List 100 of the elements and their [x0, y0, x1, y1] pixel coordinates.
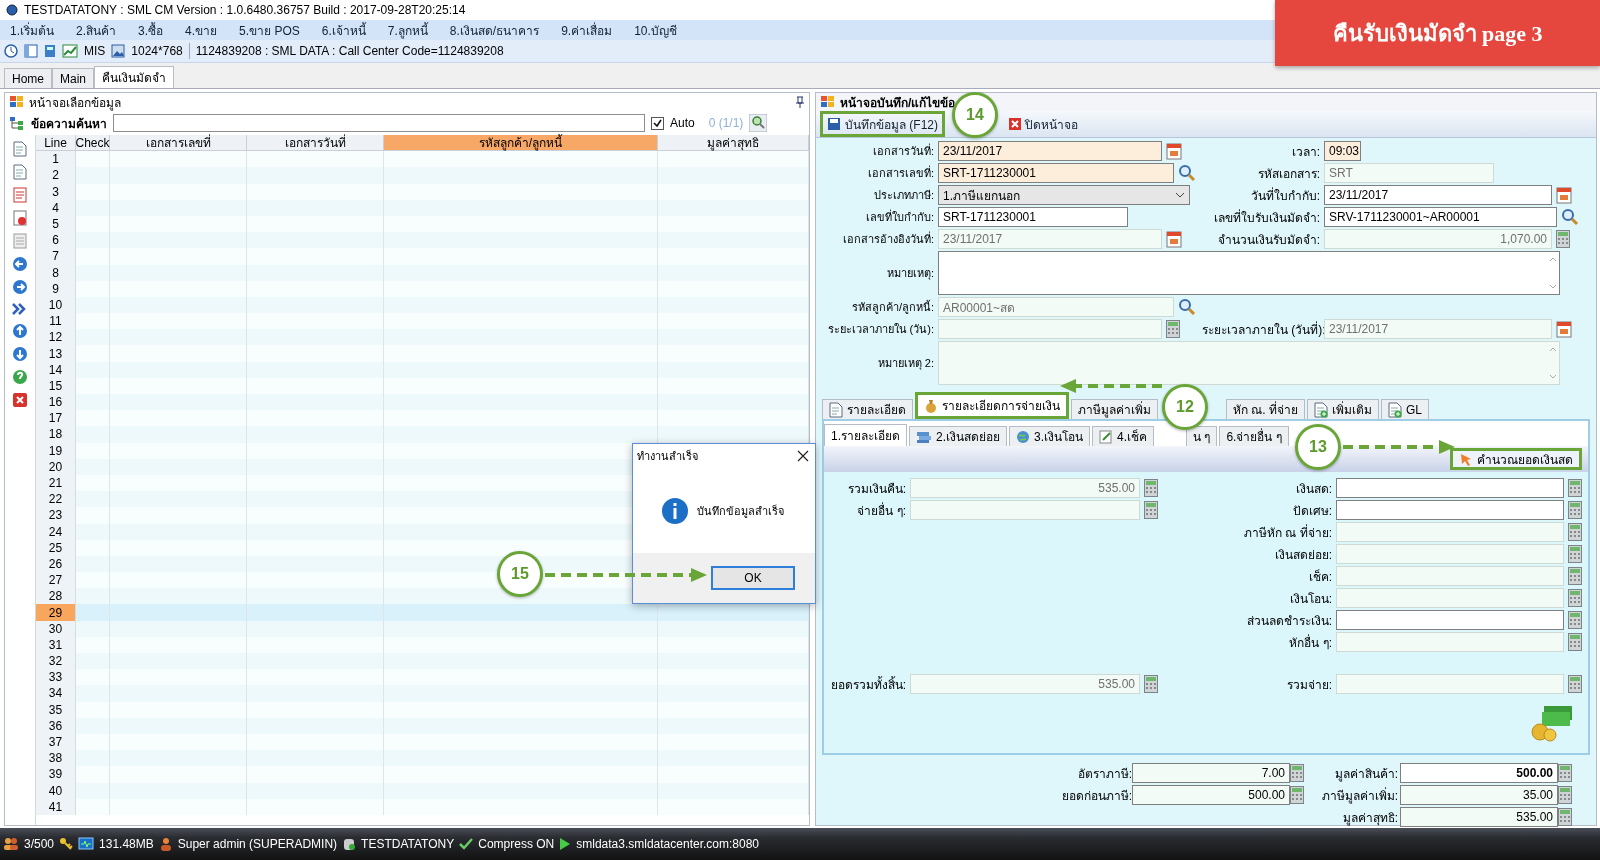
calculate-cash-button[interactable]: คำนวณยอดเงินสด — [1450, 448, 1582, 470]
date-field[interactable]: 23/11/2017 — [938, 141, 1162, 161]
tab[interactable]: น ๆ — [1186, 426, 1218, 446]
date-field[interactable]: 23/11/2017 — [938, 229, 1162, 249]
field-label: หมายเหตุ 2: — [876, 356, 934, 372]
field-label: จ่ายอื่น ๆ: — [856, 501, 906, 520]
dialog-title: ทำงานสำเร็จ — [637, 448, 698, 464]
status-text: 131.48MB — [99, 837, 154, 851]
tab[interactable]: GL — [1381, 399, 1430, 419]
tab[interactable]: Home — [4, 68, 52, 88]
column-header[interactable]: Check — [76, 135, 110, 152]
menu-item[interactable]: 2.สินค้า — [76, 20, 117, 40]
column-header[interactable]: Line — [36, 135, 76, 152]
line-number: 28 — [36, 588, 76, 605]
line-number: 2 — [36, 167, 76, 184]
tab[interactable]: 1.รายละเอียด — [824, 424, 907, 446]
tab[interactable]: รายละเอียด — [822, 399, 913, 419]
field-label: เลขที่ใบรับเงินมัดจำ: — [1212, 208, 1320, 227]
number-field[interactable]: 535.00 — [1400, 807, 1558, 827]
column-header[interactable]: เอกสารเลขที่ — [110, 135, 247, 152]
tab[interactable]: 3.เงินโอน — [1009, 426, 1091, 446]
line-number: 32 — [36, 653, 76, 670]
tab[interactable]: หัก ณ. ที่จ่าย — [1226, 399, 1305, 419]
field-label: เช็ค: — [1307, 568, 1332, 586]
dialog-message: บันทึกข้อมูลสำเร็จ — [697, 503, 784, 520]
line-number: 12 — [36, 329, 76, 346]
ok-button[interactable]: OK — [711, 566, 795, 590]
field-label: ยอดรวมทั้งสิ้น: — [830, 675, 906, 694]
lookup-field[interactable]: SRT-1711230001 — [938, 163, 1174, 183]
line-number: 7 — [36, 248, 76, 265]
column-header[interactable]: มูลค่าสุทธิ — [658, 135, 809, 152]
close-screen-button[interactable]: ปิดหน้าจอ — [1005, 111, 1082, 137]
date-field[interactable]: 23/11/2017 — [1324, 319, 1552, 339]
text-field[interactable]: SRT-1711230001 — [938, 207, 1128, 227]
number-field[interactable]: 7.00 — [1132, 763, 1290, 783]
field-label: ส่วนลดชำระเงิน: — [1245, 612, 1332, 630]
number-field[interactable]: 535.00 — [910, 674, 1140, 694]
window-title: TESTDATATONY : SML CM Version : 1.0.6480.36757 Build : 2017-09-28T20:25:14 — [24, 3, 466, 17]
field-label: เวลา: — [1290, 143, 1320, 161]
line-number: 38 — [36, 750, 76, 767]
menu-item[interactable]: 7.ลูกหนี้ — [387, 20, 428, 40]
number-field[interactable]: 35.00 — [1400, 785, 1558, 805]
menu-item[interactable]: 5.ขาย POS — [239, 20, 300, 40]
field-label: เอกสารอ้างอิงวันที่: — [841, 230, 934, 247]
call-center-info: 1124839208 : SML DATA : Call Center Code=1124839208 — [195, 44, 504, 58]
field-label: ยอดก่อนภาษี: — [1060, 787, 1132, 805]
tab[interactable]: รายละเอียดการจ่ายเงิน — [915, 392, 1069, 419]
auto-label: Auto — [670, 116, 695, 130]
line-number: 13 — [36, 345, 76, 362]
mis-label[interactable]: MIS — [84, 44, 106, 58]
tab[interactable]: 6.จ่ายอื่น ๆ — [1219, 426, 1289, 446]
tab[interactable]: Main — [52, 68, 95, 88]
tab[interactable]: เพิ่มเติม — [1307, 399, 1379, 419]
menu-item[interactable]: 9.ค่าเสื่อม — [561, 20, 613, 40]
text-field[interactable]: SRT — [1324, 163, 1494, 183]
field-label: รวมเงินคืน: — [846, 480, 906, 498]
menu-item[interactable]: 1.เริ่มต้น — [10, 20, 54, 40]
tab[interactable]: 4.เช็ค — [1092, 426, 1155, 446]
time-field[interactable]: 09:03 — [1324, 141, 1361, 161]
date-field[interactable]: 23/11/2017 — [1324, 185, 1552, 205]
field-label: ประเภทภาษี: — [872, 188, 934, 203]
tab[interactable]: 2.เงินสดย่อย — [909, 426, 1008, 446]
status-text: Compress ON — [478, 837, 555, 851]
status-text: Super admin (SUPERADMIN) — [177, 837, 338, 851]
tab[interactable]: ภาษีมูลค่าเพิ่ม — [1071, 399, 1158, 419]
menu-item[interactable]: 4.ขาย — [185, 20, 218, 40]
field-label: ระยะเวลาภายใน (วัน): — [826, 322, 934, 337]
line-number: 27 — [36, 572, 76, 589]
save-button[interactable]: บันทึกข้อมูล (F12) — [820, 111, 945, 137]
field-label: รหัสลูกค้า/ลูกหนี้: — [850, 299, 934, 316]
resolution-label[interactable]: 1024*768 — [131, 44, 183, 58]
field-label: เลขที่ใบกำกับ: — [864, 208, 934, 225]
field-label: ภาษีมูลค่าเพิ่ม: — [1320, 786, 1398, 805]
field-label: มูลค่าสินค้า: — [1333, 765, 1398, 783]
field-label: หมายเหตุ: — [885, 266, 934, 282]
field-label: รหัสเอกสาร: — [1256, 165, 1320, 183]
menu-item[interactable]: 3.ซื้อ — [138, 20, 164, 40]
line-number: 16 — [36, 394, 76, 411]
lookup-field[interactable]: AR00001~สด — [938, 297, 1174, 317]
menu-item[interactable]: 10.บัญชี — [634, 20, 677, 40]
page-banner: คืนรับเงินมัดจำ page 3 — [1275, 0, 1600, 66]
field-label: รวมจ่าย: — [1285, 676, 1332, 694]
field-label: ภาษีหัก ณ ที่จ่าย: — [1243, 523, 1332, 542]
line-number: 29 — [36, 604, 76, 621]
menu-item[interactable]: 6.เจ้าหนี้ — [321, 20, 366, 40]
number-field[interactable]: 500.00 — [1400, 763, 1558, 783]
number-field[interactable]: 1,070.00 — [1324, 229, 1552, 249]
line-number: 22 — [36, 491, 76, 508]
column-header[interactable]: เอกสารวันที่ — [247, 135, 384, 152]
field-label: วันที่ใบกำกับ: — [1249, 186, 1320, 205]
lookup-field[interactable]: SRV-1711230001~AR00001 — [1324, 207, 1557, 227]
menu-item[interactable]: 8.เงินสด/ธนาคาร — [449, 20, 540, 40]
column-header[interactable]: รหัสลูกค้า/ลูกหนี้ — [384, 135, 658, 152]
line-number: 23 — [36, 507, 76, 524]
field-label: ปัดเศษ: — [1291, 502, 1332, 520]
number-field[interactable]: 535.00 — [910, 478, 1140, 498]
field-label: เงินโอน: — [1288, 590, 1332, 608]
number-field[interactable]: 500.00 — [1132, 785, 1290, 805]
tab[interactable]: คืนเงินมัดจำ — [94, 66, 175, 88]
select-field[interactable]: 1.ภาษีแยกนอก — [938, 185, 1190, 205]
